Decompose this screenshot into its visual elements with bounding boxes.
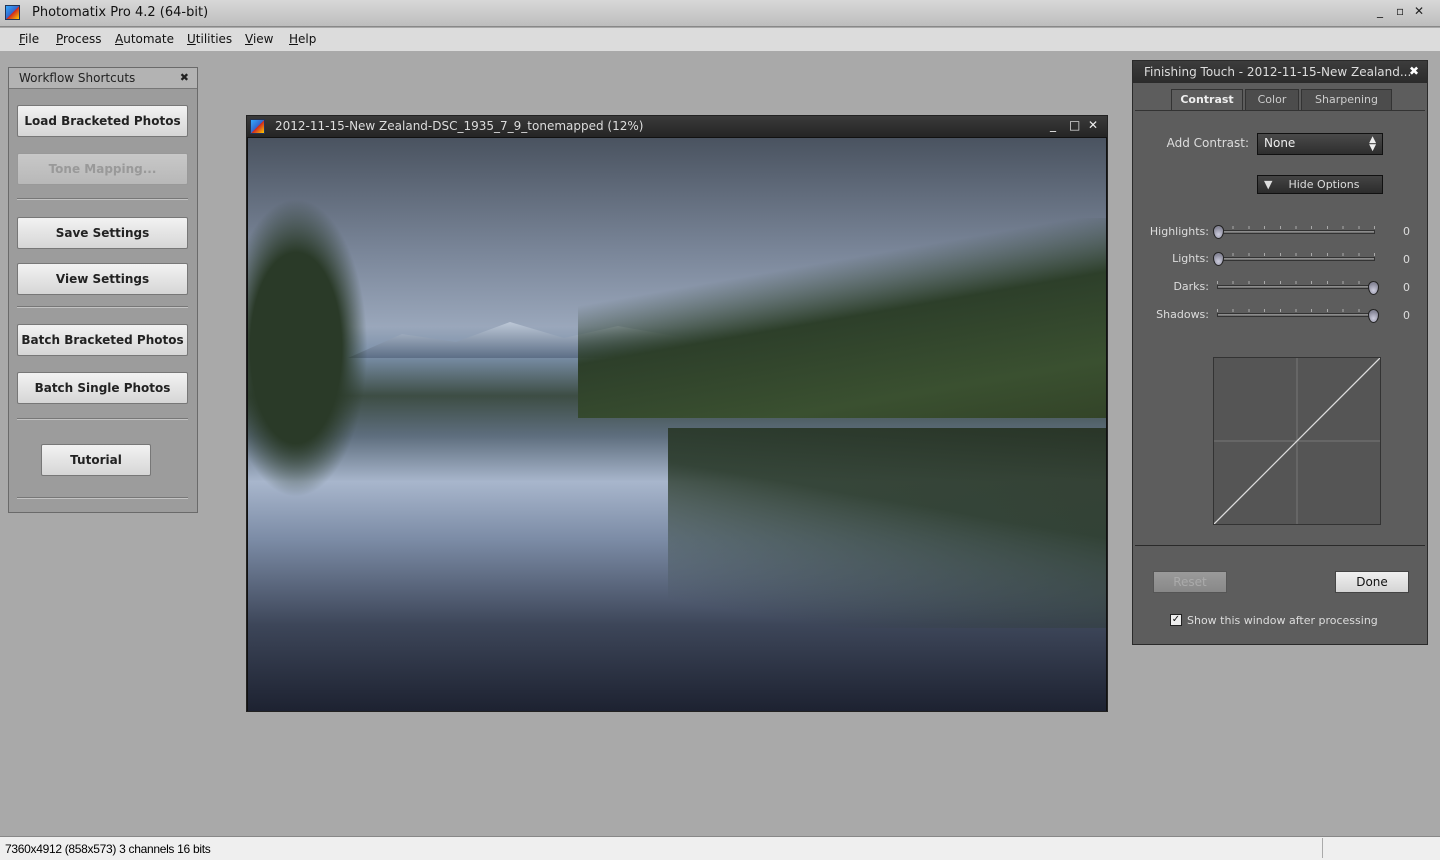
batch-bracketed-photos-button[interactable]: Batch Bracketed Photos <box>17 324 188 356</box>
shadows-slider[interactable] <box>1217 313 1375 317</box>
menu-automate[interactable]: Automate <box>115 32 174 46</box>
divider <box>1135 110 1425 111</box>
add-contrast-label: Add Contrast: <box>1166 136 1249 150</box>
show-after-label: Show this window after processing <box>1187 614 1378 627</box>
status-text: 7360x4912 (858x573) 3 channels 16 bits <box>5 842 211 856</box>
panel-title: Workflow Shortcuts <box>19 71 136 85</box>
reset-button[interactable]: Reset <box>1153 571 1227 593</box>
image-window-header: 2012-11-15-New Zealand-DSC_1935_7_9_tone… <box>247 116 1107 137</box>
close-button[interactable]: ✕ <box>1414 4 1424 18</box>
menu-bar: File Process Automate Utilities View Hel… <box>0 28 1440 51</box>
slider-ticks <box>1217 253 1375 256</box>
maximize-button[interactable]: ▫ <box>1396 4 1404 18</box>
maximize-button[interactable]: □ <box>1069 118 1080 132</box>
minimize-button[interactable]: _ <box>1377 4 1383 18</box>
darks-slider-thumb[interactable] <box>1368 281 1379 295</box>
select-value: None <box>1264 136 1296 150</box>
done-button[interactable]: Done <box>1335 571 1409 593</box>
divider <box>17 198 188 200</box>
workflow-shortcuts-panel: Workflow Shortcuts ✖ Load Bracketed Photo… <box>8 67 198 513</box>
finishing-touch-panel: Finishing Touch - 2012-11-15-New Zealand… <box>1132 60 1428 645</box>
menu-file[interactable]: File <box>19 32 39 46</box>
tonemapped-photo <box>248 138 1106 711</box>
highlights-slider-thumb[interactable] <box>1213 225 1224 239</box>
menu-utilities[interactable]: Utilities <box>187 32 232 46</box>
app-title: Photomatix Pro 4.2 (64-bit) <box>32 5 209 20</box>
status-pane <box>1322 838 1422 858</box>
add-contrast-select[interactable]: None ▲ ▼ <box>1257 133 1383 155</box>
highlights-slider[interactable] <box>1217 230 1375 234</box>
shadows-label: Shadows: <box>1156 308 1209 321</box>
lights-value: 0 <box>1403 253 1410 266</box>
updown-icon: ▲ ▼ <box>1369 135 1376 153</box>
close-icon[interactable]: ✖ <box>1409 64 1419 78</box>
divider <box>1135 545 1425 546</box>
view-settings-button[interactable]: View Settings <box>17 263 188 295</box>
show-after-checkbox[interactable]: ✓ <box>1170 614 1182 626</box>
image-window-title: 2012-11-15-New Zealand-DSC_1935_7_9_tone… <box>275 119 644 133</box>
tone-curve <box>1213 357 1381 525</box>
reflection <box>668 428 1106 628</box>
save-settings-button[interactable]: Save Settings <box>17 217 188 249</box>
shadows-slider-thumb[interactable] <box>1368 309 1379 323</box>
menu-help[interactable]: Help <box>289 32 316 46</box>
lights-label: Lights: <box>1172 252 1209 265</box>
tab-sharpening[interactable]: Sharpening <box>1301 89 1392 111</box>
divider <box>17 418 188 420</box>
close-button[interactable]: ✕ <box>1088 118 1098 132</box>
divider <box>17 306 188 308</box>
tab-contrast[interactable]: Contrast <box>1171 89 1243 111</box>
darks-value: 0 <box>1403 281 1410 294</box>
trees-right <box>578 218 1106 418</box>
panel-header: Finishing Touch - 2012-11-15-New Zealand… <box>1133 61 1427 83</box>
minimize-button[interactable]: _ <box>1050 118 1056 132</box>
status-bar: 7360x4912 (858x573) 3 channels 16 bits <box>0 836 1440 860</box>
slider-ticks <box>1217 281 1375 284</box>
image-icon <box>250 119 265 134</box>
app-icon <box>5 5 20 20</box>
menu-view[interactable]: View <box>245 32 273 46</box>
title-bar: Photomatix Pro 4.2 (64-bit) _ ▫ ✕ <box>0 0 1440 27</box>
tab-color[interactable]: Color <box>1245 89 1299 111</box>
triangle-down-icon: ▼ <box>1264 178 1273 191</box>
close-icon[interactable]: ✖ <box>180 71 189 84</box>
menu-process[interactable]: Process <box>56 32 102 46</box>
divider <box>17 497 188 499</box>
button-label: Hide Options <box>1288 178 1360 191</box>
tutorial-button[interactable]: Tutorial <box>41 444 151 476</box>
panel-title: Finishing Touch - 2012-11-15-New Zealand… <box>1144 65 1412 79</box>
slider-ticks <box>1217 226 1375 229</box>
image-window: 2012-11-15-New Zealand-DSC_1935_7_9_tone… <box>246 115 1108 712</box>
lights-slider-thumb[interactable] <box>1213 252 1224 266</box>
slider-ticks <box>1217 309 1375 312</box>
load-bracketed-photos-button[interactable]: Load Bracketed Photos <box>17 105 188 137</box>
panel-header: Workflow Shortcuts ✖ <box>9 68 197 89</box>
hide-options-button[interactable]: ▼ Hide Options <box>1257 175 1383 194</box>
highlights-label: Highlights: <box>1149 225 1209 238</box>
shadows-value: 0 <box>1403 309 1410 322</box>
highlights-value: 0 <box>1403 225 1410 238</box>
darks-slider[interactable] <box>1217 285 1375 289</box>
lights-slider[interactable] <box>1217 257 1375 261</box>
darks-label: Darks: <box>1173 280 1209 293</box>
tone-mapping-button[interactable]: Tone Mapping... <box>17 153 188 185</box>
trees-left <box>248 198 368 498</box>
batch-single-photos-button[interactable]: Batch Single Photos <box>17 372 188 404</box>
